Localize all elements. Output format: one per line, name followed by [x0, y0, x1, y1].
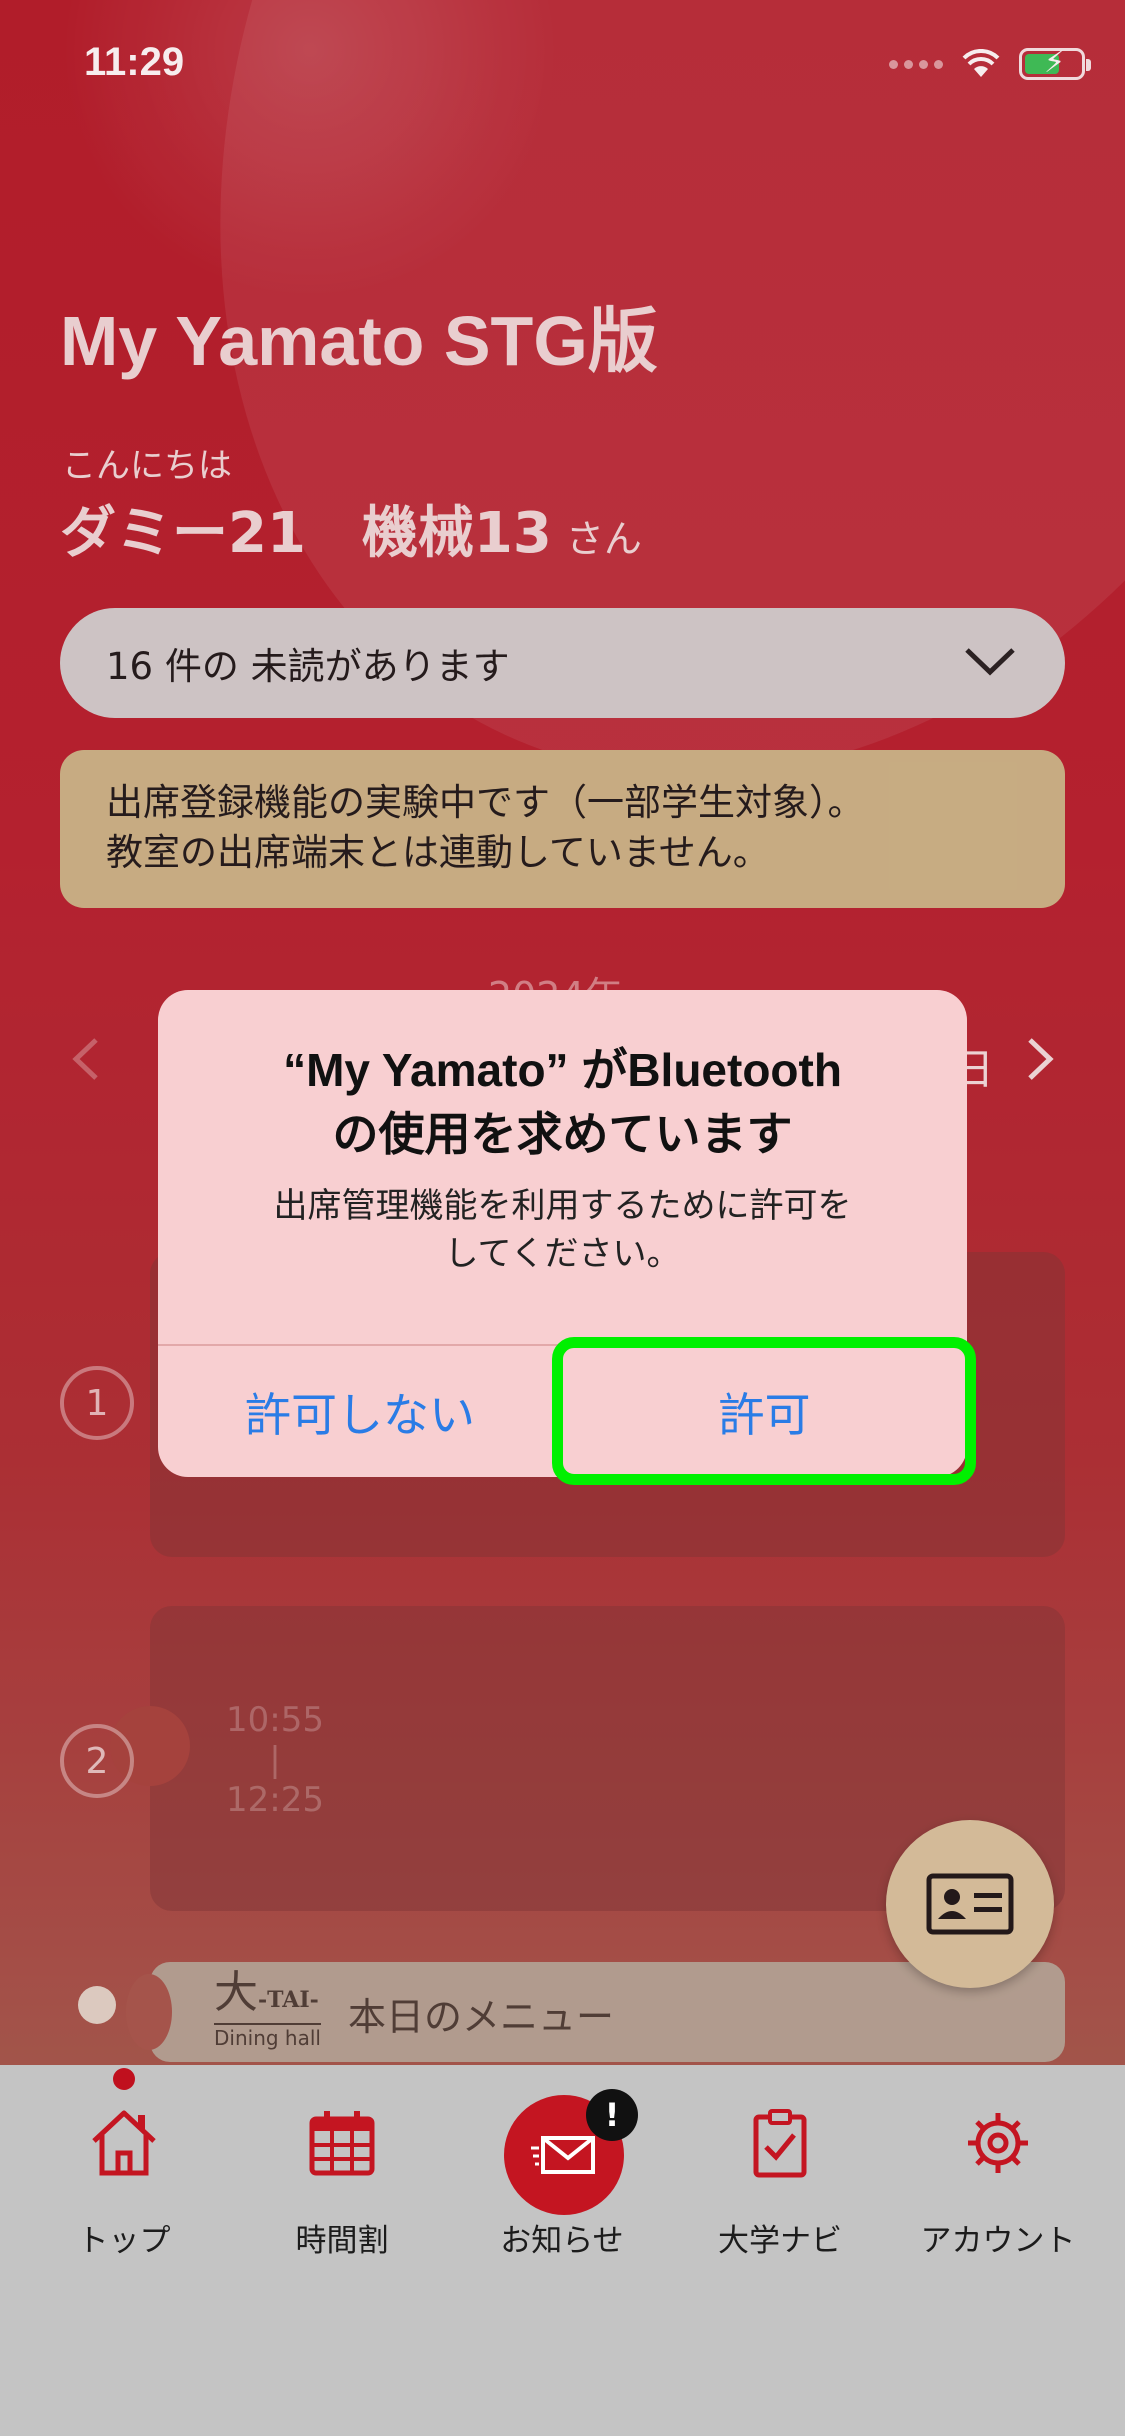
home-icon	[92, 2110, 156, 2176]
active-tab-indicator	[113, 2068, 135, 2090]
deny-button[interactable]: 許可しない	[158, 1346, 562, 1477]
gear-icon	[968, 2113, 1028, 2173]
tab-label: アカウント	[920, 2223, 1076, 2259]
dialog-title-line1: “My Yamato” がBluetooth	[283, 1044, 842, 1096]
tab-label: お知らせ	[500, 2223, 624, 2259]
tab-label: 時間割	[295, 2223, 389, 2259]
bluetooth-permission-dialog: “My Yamato” がBluetooth の使用を求めています 出席管理機能…	[158, 990, 967, 1477]
tab-timetable[interactable]: 時間割	[242, 2105, 442, 2259]
dialog-title-line2: の使用を求めています	[332, 1108, 793, 1160]
tab-top[interactable]: トップ	[24, 2105, 224, 2259]
dialog-message: 出席管理機能を利用するために許可を してください。	[198, 1182, 927, 1278]
clipboard-check-icon	[753, 2109, 807, 2178]
dialog-message-line2: してください。	[444, 1234, 681, 1274]
calendar-icon	[309, 2111, 375, 2176]
allow-button[interactable]: 許可	[562, 1346, 967, 1477]
dialog-title: “My Yamato” がBluetooth の使用を求めています	[158, 1038, 967, 1166]
app-screen: 11:29 ⚡ My Yamato STG版 こんにちは ダミー21 機械13 さ…	[0, 0, 1125, 2436]
tab-university-navi[interactable]: 大学ナビ	[680, 2105, 880, 2259]
tab-label: 大学ナビ	[718, 2223, 842, 2259]
tab-label: トップ	[77, 2223, 171, 2259]
tab-account[interactable]: アカウント	[898, 2105, 1098, 2259]
mail-icon	[531, 2136, 595, 2174]
dialog-message-line1: 出席管理機能を利用するために許可を	[273, 1186, 852, 1226]
notification-badge: !	[586, 2089, 638, 2141]
